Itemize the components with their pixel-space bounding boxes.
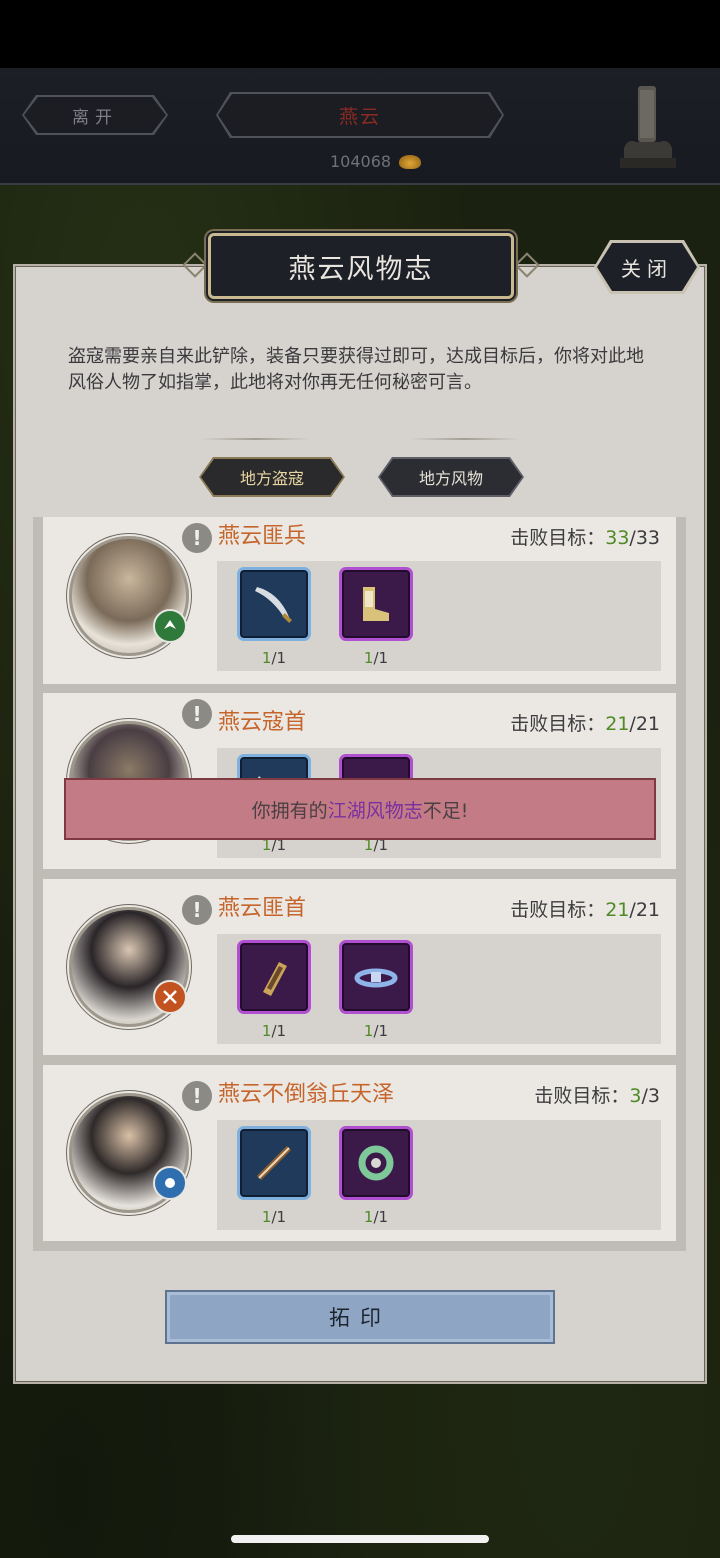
belt-icon <box>354 968 398 988</box>
location-title: 燕云 <box>218 94 502 136</box>
location-title-text: 燕云 <box>338 105 381 128</box>
defeat-current: 21 <box>605 713 630 735</box>
item-slot[interactable] <box>339 940 413 1014</box>
enemy-name: 燕云寇首 <box>218 710 307 735</box>
divider-left <box>200 438 310 440</box>
item-count: 1/1 <box>339 649 413 667</box>
currency-display: 104068 <box>330 152 422 171</box>
bracer-icon <box>263 962 287 996</box>
saber-icon <box>255 587 292 623</box>
defeat-label: 击败目标： <box>510 527 606 549</box>
item-count-total: /1 <box>271 1022 287 1040</box>
boots-icon <box>363 587 389 621</box>
drop-items: 1/1 1/1 <box>217 1120 661 1230</box>
defeat-label: 击败目标： <box>510 713 606 735</box>
toast-message: 你拥有的 江湖风物志 不足! <box>64 778 656 840</box>
item-slot[interactable] <box>339 567 413 641</box>
defeat-label: 击败目标： <box>510 899 606 921</box>
tab-local-bandits-label: 地方盗寇 <box>239 469 304 488</box>
item-count: 1/1 <box>237 1022 311 1040</box>
item-count: 1/1 <box>237 649 311 667</box>
item-count-total: /1 <box>373 1208 389 1226</box>
crossed-swords-icon <box>163 990 177 1004</box>
divider-right <box>410 438 520 440</box>
item-count-total: /1 <box>373 649 389 667</box>
info-icon[interactable]: ! <box>182 523 212 553</box>
toast-suffix: 不足! <box>422 799 469 822</box>
enemy-card[interactable]: ! 燕云匪兵 击败目标：33/33 1/1 1/1 <box>43 517 676 684</box>
class-emblem-icon <box>164 620 176 629</box>
item-slot[interactable] <box>237 940 311 1014</box>
defeat-total: /33 <box>629 527 660 549</box>
enemy-name: 燕云不倒翁丘天泽 <box>218 1082 395 1107</box>
close-button[interactable]: 关闭 <box>597 243 697 291</box>
defeat-total: /21 <box>629 713 660 735</box>
item-count: 1/1 <box>237 1208 311 1226</box>
gold-ingot-icon <box>399 154 422 169</box>
defeat-total: /3 <box>641 1085 661 1107</box>
drop-items: 1/1 1/1 <box>217 561 661 671</box>
item-count-total: /1 <box>271 649 287 667</box>
defeat-current: 33 <box>605 527 630 549</box>
item-slot[interactable] <box>237 1126 311 1200</box>
tab-local-bandits[interactable]: 地方盗寇 <box>201 459 343 495</box>
item-count: 1/1 <box>339 1208 413 1226</box>
dialog-title-text: 燕云风物志 <box>288 253 434 285</box>
drop-items: 1/1 1/1 <box>217 934 661 1044</box>
defeat-current: 21 <box>605 899 630 921</box>
rubbing-button[interactable]: 拓印 <box>165 1290 555 1344</box>
defeat-progress: 击败目标：3/3 <box>534 1081 660 1111</box>
enemy-card[interactable]: ! 燕云匪首 击败目标：21/21 1/1 1/1 <box>43 879 676 1055</box>
info-icon[interactable]: ! <box>182 699 212 729</box>
dialog-title: 燕云风物志 <box>208 233 514 299</box>
enemy-card[interactable]: ! 燕云不倒翁丘天泽 击败目标：3/3 1/1 1/1 <box>43 1065 676 1241</box>
item-count-total: /1 <box>373 1022 389 1040</box>
tab-local-customs[interactable]: 地方风物 <box>380 459 522 495</box>
enemy-class-badge <box>153 1166 187 1200</box>
currency-value: 104068 <box>330 152 392 171</box>
home-indicator[interactable] <box>231 1535 489 1543</box>
enemy-name: 燕云匪兵 <box>218 524 307 549</box>
defeat-label: 击败目标： <box>534 1085 630 1107</box>
enemy-class-badge <box>153 980 187 1014</box>
defeat-current: 3 <box>629 1085 642 1107</box>
fist-icon <box>165 1178 175 1188</box>
leave-button[interactable]: 离开 <box>24 97 166 133</box>
defeat-progress: 击败目标：33/33 <box>510 523 660 553</box>
toast-highlight: 江湖风物志 <box>327 799 423 822</box>
stele-monument-icon[interactable] <box>620 82 676 170</box>
staff-icon <box>256 1145 292 1181</box>
info-icon[interactable]: ! <box>182 895 212 925</box>
defeat-progress: 击败目标：21/21 <box>510 895 660 925</box>
toast-prefix: 你拥有的 <box>251 799 328 822</box>
info-icon[interactable]: ! <box>182 1081 212 1111</box>
tab-local-customs-label: 地方风物 <box>418 469 483 488</box>
item-count: 1/1 <box>339 1022 413 1040</box>
jade-pendant-icon <box>358 1145 394 1181</box>
leave-button-label: 离开 <box>72 107 118 128</box>
item-slot[interactable] <box>237 567 311 641</box>
close-button-label: 关闭 <box>621 256 673 281</box>
item-slot[interactable] <box>339 1126 413 1200</box>
defeat-total: /21 <box>629 899 660 921</box>
dialog-description: 盗寇需要亲自来此铲除，装备只要获得过即可，达成目标后，你将对此地风俗人物了如指掌… <box>68 346 644 393</box>
item-count-total: /1 <box>271 1208 287 1226</box>
enemy-name: 燕云匪首 <box>218 896 307 921</box>
rubbing-button-label: 拓印 <box>329 1306 391 1330</box>
defeat-progress: 击败目标：21/21 <box>510 709 660 739</box>
enemy-class-badge <box>153 609 187 643</box>
